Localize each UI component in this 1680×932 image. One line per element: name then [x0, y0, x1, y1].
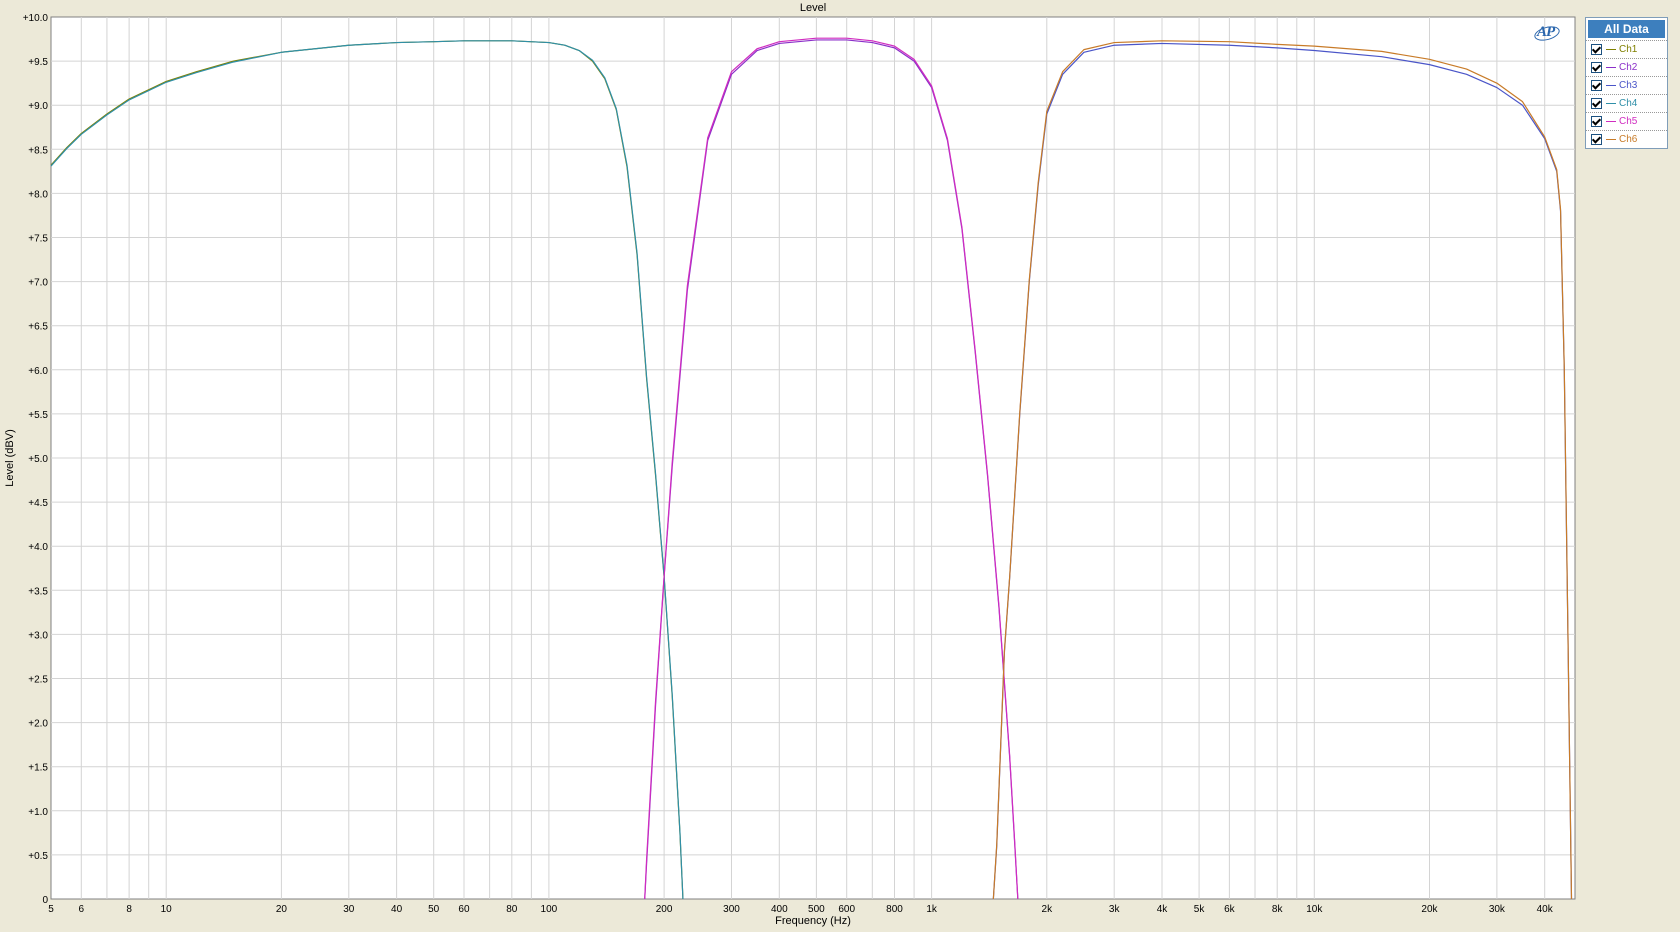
- legend-swatch: [1606, 139, 1616, 140]
- x-tick-label: 600: [838, 904, 855, 915]
- legend-checkbox[interactable]: [1591, 80, 1602, 91]
- y-tick-label: +6.0: [28, 366, 48, 377]
- legend-checkbox[interactable]: [1591, 98, 1602, 109]
- y-tick-label: +1.0: [28, 807, 48, 818]
- legend-panel: All Data Ch1 Ch2 Ch3 Ch4 Ch5 Ch6: [1585, 17, 1668, 149]
- legend-swatch: [1606, 121, 1616, 122]
- x-tick-label: 200: [656, 904, 673, 915]
- y-tick-label: +4.5: [28, 498, 48, 509]
- x-tick-label: 6: [79, 904, 85, 915]
- x-tick-label: 8k: [1272, 904, 1284, 915]
- legend-label: Ch2: [1619, 62, 1638, 73]
- y-tick-label: +8.0: [28, 189, 48, 200]
- x-tick-label: 20k: [1421, 904, 1438, 915]
- x-tick-label: 300: [723, 904, 740, 915]
- y-axis-label: Level (dBV): [4, 429, 16, 487]
- x-tick-label: 40: [391, 904, 403, 915]
- legend-swatch: [1606, 85, 1616, 86]
- x-tick-label: 4k: [1157, 904, 1169, 915]
- legend-label: Ch1: [1619, 44, 1638, 55]
- y-tick-label: +2.0: [28, 719, 48, 730]
- legend-checkbox[interactable]: [1591, 134, 1602, 145]
- x-axis-label: Frequency (Hz): [775, 915, 851, 927]
- y-tick-label: +10.0: [23, 13, 49, 24]
- y-tick-label: +0.5: [28, 851, 48, 862]
- y-tick-label: +4.0: [28, 542, 48, 553]
- legend-checkbox[interactable]: [1591, 116, 1602, 127]
- x-tick-label: 30: [343, 904, 355, 915]
- legend-label: Ch4: [1619, 98, 1638, 109]
- legend-label: Ch3: [1619, 80, 1638, 91]
- y-tick-label: +7.5: [28, 234, 48, 245]
- legend-checkbox[interactable]: [1591, 62, 1602, 73]
- legend-item-ch1[interactable]: Ch1: [1586, 40, 1667, 58]
- x-tick-label: 100: [541, 904, 558, 915]
- y-tick-label: +3.5: [28, 586, 48, 597]
- x-tick-label: 400: [771, 904, 788, 915]
- x-tick-label: 20: [276, 904, 288, 915]
- y-tick-label: +5.0: [28, 454, 48, 465]
- y-tick-label: +5.5: [28, 410, 48, 421]
- x-tick-label: 5: [48, 904, 54, 915]
- y-tick-label: +3.0: [28, 630, 48, 641]
- x-tick-label: 5k: [1194, 904, 1206, 915]
- y-tick-label: +7.0: [28, 278, 48, 289]
- x-tick-label: 60: [458, 904, 470, 915]
- x-tick-label: 8: [126, 904, 132, 915]
- x-tick-label: 40k: [1537, 904, 1554, 915]
- ap-logo: AP: [1537, 24, 1555, 40]
- legend-item-ch5[interactable]: Ch5: [1586, 112, 1667, 130]
- y-tick-label: +6.5: [28, 322, 48, 333]
- legend-label: Ch5: [1619, 116, 1638, 127]
- legend-item-ch6[interactable]: Ch6: [1586, 130, 1667, 148]
- x-tick-label: 500: [808, 904, 825, 915]
- x-tick-label: 10k: [1306, 904, 1323, 915]
- x-tick-label: 3k: [1109, 904, 1121, 915]
- legend-swatch: [1606, 49, 1616, 50]
- y-tick-label: +1.5: [28, 763, 48, 774]
- y-tick-label: +9.5: [28, 57, 48, 68]
- x-tick-label: 50: [428, 904, 440, 915]
- plot-area[interactable]: 0+0.5+1.0+1.5+2.0+2.5+3.0+3.5+4.0+4.5+5.…: [0, 0, 1680, 932]
- x-tick-label: 800: [886, 904, 903, 915]
- legend-item-ch3[interactable]: Ch3: [1586, 76, 1667, 94]
- y-tick-label: +2.5: [28, 675, 48, 686]
- x-tick-label: 10: [161, 904, 173, 915]
- legend-item-ch2[interactable]: Ch2: [1586, 58, 1667, 76]
- y-tick-label: +8.5: [28, 145, 48, 156]
- x-tick-label: 6k: [1224, 904, 1236, 915]
- legend-header-all-data[interactable]: All Data: [1588, 20, 1665, 38]
- y-tick-label: +9.0: [28, 101, 48, 112]
- x-tick-label: 80: [506, 904, 518, 915]
- x-tick-label: 1k: [926, 904, 938, 915]
- x-tick-label: 2k: [1042, 904, 1054, 915]
- legend-label: Ch6: [1619, 134, 1638, 145]
- x-tick-label: 30k: [1489, 904, 1506, 915]
- legend-swatch: [1606, 67, 1616, 68]
- legend-checkbox[interactable]: [1591, 44, 1602, 55]
- legend-item-ch4[interactable]: Ch4: [1586, 94, 1667, 112]
- legend-swatch: [1606, 103, 1616, 104]
